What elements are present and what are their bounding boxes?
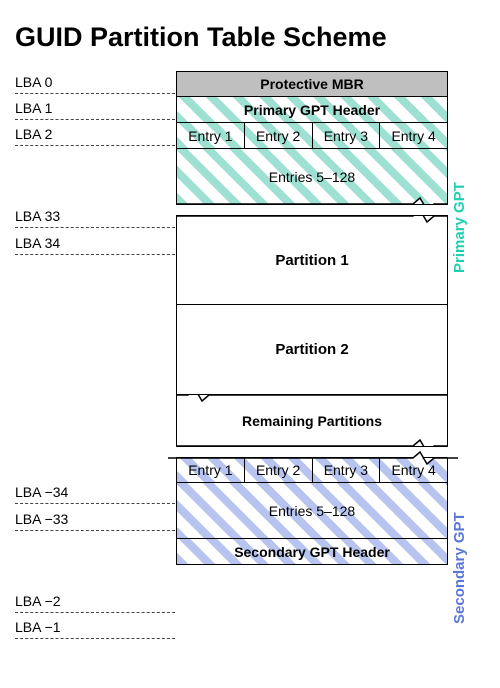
torn-edge-icon: [176, 439, 448, 447]
torn-edge-icon: [168, 451, 458, 465]
partition-2-label: Partition 2: [275, 341, 348, 358]
remaining-partitions: Remaining Partitions: [176, 395, 448, 447]
secondary-gpt-side-label: Secondary GPT: [451, 503, 468, 633]
partition-1: Partition 1: [176, 215, 448, 305]
secondary-gpt-header: Secondary GPT Header: [176, 539, 448, 565]
lba-1: LBA 1: [15, 100, 175, 120]
gap: [176, 205, 448, 215]
primary-header-label: Primary GPT Header: [244, 102, 380, 118]
torn-edge-icon: [176, 215, 448, 223]
secondary-entries-1-4: Entry 1 Entry 2 Entry 3 Entry 4: [176, 457, 448, 483]
torn-edge-icon: [176, 197, 448, 205]
lba-neg2: LBA −2: [15, 593, 175, 613]
lba-neg33: LBA −33: [15, 511, 175, 531]
block-column: Protective MBR Primary GPT Header Entry …: [176, 71, 448, 565]
mbr-label: Protective MBR: [260, 76, 363, 92]
partition-1-label: Partition 1: [275, 252, 348, 269]
primary-entries-5-128: Entries 5–128: [176, 149, 448, 205]
entry-2: Entry 2: [245, 123, 313, 148]
primary-gpt-header: Primary GPT Header: [176, 97, 448, 123]
primary-gpt-side-label: Primary GPT: [451, 163, 468, 293]
remaining-label: Remaining Partitions: [242, 413, 382, 429]
lba-33: LBA 33: [15, 208, 175, 228]
entry-3: Entry 3: [313, 123, 381, 148]
partition-2: Partition 2: [176, 305, 448, 395]
primary-entries-rest-label: Entries 5–128: [269, 169, 355, 185]
torn-edge-icon: [176, 395, 448, 402]
primary-entries-1-4: Entry 1 Entry 2 Entry 3 Entry 4: [176, 123, 448, 149]
protective-mbr: Protective MBR: [176, 71, 448, 97]
secondary-entries-rest-label: Entries 5–128: [269, 503, 355, 519]
secondary-entries-5-128: Entries 5–128: [176, 483, 448, 539]
diagram-body: LBA 0 LBA 1 LBA 2 LBA 33 LBA 34 LBA −34 …: [0, 71, 500, 651]
lba-34: LBA 34: [15, 235, 175, 255]
entry-1: Entry 1: [177, 123, 245, 148]
diagram-title: GUID Partition Table Scheme: [0, 0, 500, 71]
entry-4: Entry 4: [380, 123, 447, 148]
lba-neg34: LBA −34: [15, 484, 175, 504]
lba-neg1: LBA −1: [15, 619, 175, 639]
secondary-header-label: Secondary GPT Header: [234, 544, 390, 560]
lba-2: LBA 2: [15, 126, 175, 146]
lba-0: LBA 0: [15, 74, 175, 94]
